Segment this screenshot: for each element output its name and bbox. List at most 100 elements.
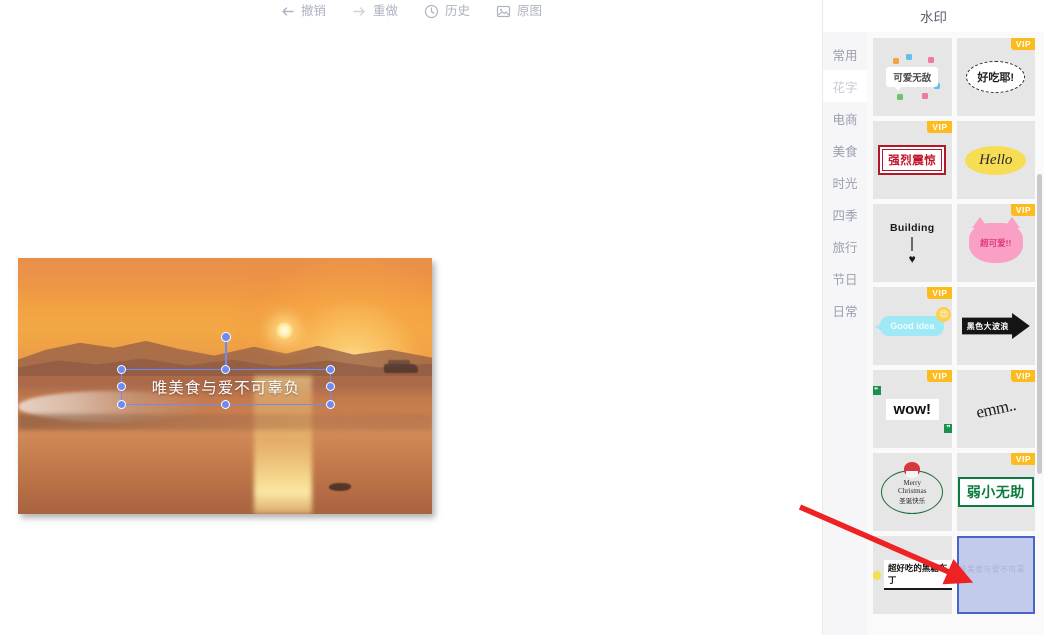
category-label: 美食	[832, 144, 858, 159]
undo-button[interactable]: 撤销	[280, 4, 326, 19]
category-item-huazi[interactable]: 花字	[823, 70, 867, 102]
category-label: 时光	[832, 176, 858, 191]
category-label: 日常	[832, 304, 858, 319]
watermark-item[interactable]: VIP 超可爱!!	[956, 204, 1036, 282]
redo-button[interactable]: 重做	[352, 4, 398, 19]
top-toolbar: 撤销 重做 历史 原图	[0, 0, 822, 22]
watermark-label: 弱小无助	[957, 477, 1034, 507]
quote-close-icon: ❞	[943, 423, 952, 433]
watermark-art: ❝ wow! ❞	[873, 370, 952, 448]
watermark-art: 可爱无敌	[873, 38, 952, 116]
divider-line	[911, 236, 913, 251]
category-item-siji[interactable]: 四季	[823, 198, 867, 230]
category-label: 电商	[832, 112, 858, 127]
category-label: 四季	[832, 208, 858, 223]
category-label: 旅行	[832, 240, 858, 255]
resize-handle-bottom-center[interactable]	[221, 400, 230, 409]
boat	[383, 360, 418, 374]
history-button[interactable]: 历史	[424, 4, 470, 19]
panel-scrollbar[interactable]	[1037, 174, 1042, 474]
watermark-art: Good idea 😍	[873, 287, 952, 365]
original-image-button[interactable]: 原图	[496, 4, 542, 19]
watermark-item[interactable]: VIP 好吃耶!	[956, 38, 1035, 116]
watermark-label: 圣诞快乐	[899, 498, 926, 505]
undo-label: 撤销	[300, 3, 326, 18]
category-label: 常用	[832, 48, 858, 63]
watermark-art: 强烈震惊	[873, 121, 952, 199]
watermark-art: 超可爱!!	[957, 204, 1036, 282]
watermark-art: 黑色大波浪	[957, 287, 1036, 365]
watermark-art: emm..	[957, 370, 1036, 448]
watermark-label: Christmas	[898, 487, 927, 495]
watermark-label: Building	[890, 221, 935, 234]
rotate-handle[interactable]	[221, 332, 231, 342]
watermark-item[interactable]: 可爱无敌	[873, 38, 952, 116]
resize-handle-middle-right[interactable]	[326, 382, 335, 391]
watermark-item[interactable]: VIP ❝ wow! ❞	[873, 370, 952, 448]
watermark-item[interactable]: VIP 弱小无助	[956, 453, 1036, 531]
confetti-dot	[893, 58, 900, 65]
watermark-grid-scroll[interactable]: 可爱无敌 VIP 好吃耶! VIP 强烈震惊 Hello Building ♥ …	[867, 32, 1044, 635]
confetti-dot	[905, 53, 912, 60]
text-watermark-selection[interactable]: 唯美食与爱不可辜负	[117, 332, 335, 409]
category-item-dianshang[interactable]: 电商	[823, 102, 867, 134]
category-item-meishi[interactable]: 美食	[823, 134, 867, 166]
watermark-item[interactable]: Merry Christmas 圣诞快乐	[873, 453, 952, 531]
original-image-label: 原图	[517, 3, 543, 18]
watermark-label: 强烈震惊	[882, 149, 943, 171]
resize-handle-top-right[interactable]	[326, 365, 335, 374]
category-label: 节日	[832, 272, 858, 287]
arrow-icon: 黑色大波浪	[961, 313, 1030, 339]
watermark-item[interactable]: Building ♥	[873, 204, 952, 282]
canvas-area[interactable]: 唯美食与爱不可辜负	[0, 22, 822, 635]
watermark-label: Good idea	[890, 321, 935, 331]
watermark-item[interactable]: VIP Good idea 😍	[873, 287, 952, 365]
watermark-label: 超可爱!!	[980, 238, 1012, 248]
sunset-beach-photo[interactable]: 唯美食与爱不可辜负	[18, 258, 432, 514]
category-label: 花字	[832, 80, 858, 95]
panel-title: 水印	[823, 0, 1044, 32]
resize-handle-top-center[interactable]	[221, 365, 230, 374]
watermark-item[interactable]: 黑色大波浪	[956, 287, 1036, 365]
resize-handle-middle-left[interactable]	[117, 382, 126, 391]
history-label: 历史	[445, 3, 471, 18]
resize-handle-bottom-left[interactable]	[117, 400, 126, 409]
watermark-label: 可爱无敌	[886, 67, 939, 91]
dot-icon	[873, 570, 881, 580]
speech-bubble-icon: Good idea 😍	[875, 307, 952, 336]
cat-face-icon: 超可爱!!	[968, 217, 1023, 263]
watermark-item-selected[interactable]: 唯美食与爱不可辜负	[956, 536, 1035, 614]
watermark-item[interactable]: 超好吃的黑糖车丁	[873, 536, 952, 614]
category-item-jieri[interactable]: 节日	[823, 262, 867, 294]
resize-handle-top-left[interactable]	[117, 365, 126, 374]
category-item-lvxing[interactable]: 旅行	[823, 230, 867, 262]
watermark-label: 唯美食与爱不可辜负	[958, 565, 1025, 585]
confetti-dot	[921, 92, 928, 99]
santa-icon	[904, 462, 921, 478]
category-list: 常用 花字 电商 美食 时光 四季 旅行 节日 日常	[823, 32, 867, 635]
category-item-changyong[interactable]: 常用	[823, 38, 867, 70]
image-editor-window: 撤销 重做 历史 原图 唯美食与爱不可辜负 水印 常用 花字 电商 美食 时光 …	[0, 0, 1044, 635]
resize-handle-bottom-right[interactable]	[326, 400, 335, 409]
watermark-frame: 强烈震惊	[878, 145, 947, 175]
watermark-art: 弱小无助	[957, 453, 1036, 531]
panel-body: 常用 花字 电商 美食 时光 四季 旅行 节日 日常 可爱无敌 VIP 好吃耶!…	[823, 32, 1044, 635]
confetti-dot	[896, 94, 903, 101]
category-item-shiguang[interactable]: 时光	[823, 166, 867, 198]
watermark-art: Hello	[957, 121, 1036, 199]
watermark-item[interactable]: Hello	[956, 121, 1036, 199]
watermark-art: Merry Christmas 圣诞快乐	[873, 453, 952, 531]
watermark-panel: 水印 常用 花字 电商 美食 时光 四季 旅行 节日 日常 可爱无敌 VIP 好…	[822, 0, 1044, 635]
christmas-badge: Merry Christmas 圣诞快乐	[881, 462, 944, 514]
watermark-item[interactable]: VIP emm..	[956, 370, 1036, 448]
watermark-label: emm..	[974, 395, 1018, 422]
watermark-art: 超好吃的黑糖车丁	[873, 536, 952, 614]
image-icon	[496, 4, 511, 19]
confetti-dot	[927, 56, 934, 63]
clock-icon	[424, 4, 439, 19]
heart-icon: ♥	[908, 251, 916, 266]
category-item-richang[interactable]: 日常	[823, 294, 867, 326]
watermark-item[interactable]: VIP 强烈震惊	[873, 121, 952, 199]
watermark-grid: 可爱无敌 VIP 好吃耶! VIP 强烈震惊 Hello Building ♥ …	[867, 32, 1044, 620]
watermark-label: Merry	[903, 479, 922, 487]
